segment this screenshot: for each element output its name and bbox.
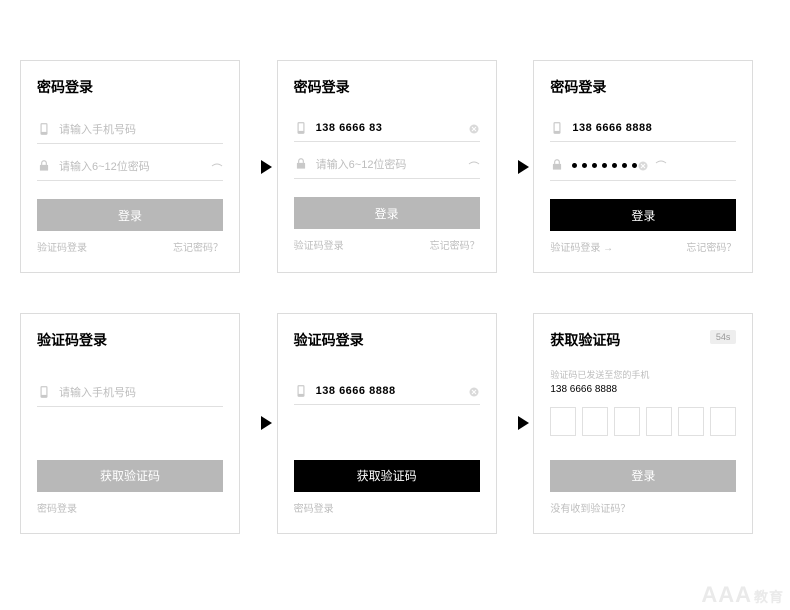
password-input[interactable] bbox=[550, 150, 736, 181]
password-login-link[interactable]: 密码登录 bbox=[37, 500, 77, 515]
password-login-typing-card: 密码登录 138 6666 83 请输入6~12位密码 登录 验证码登录 忘记密… bbox=[277, 60, 497, 273]
card-title: 密码登录 bbox=[37, 77, 223, 97]
otp-entry-card: 获取验证码 验证码已发送至您的手机 138 6666 8888 54s 登录 没… bbox=[533, 313, 753, 534]
footer-links: 没有收到验证码？ bbox=[550, 500, 736, 515]
eye-toggle[interactable] bbox=[468, 158, 480, 170]
phone-icon bbox=[294, 384, 308, 398]
clear-icon[interactable] bbox=[468, 385, 480, 397]
login-button[interactable]: 登录 bbox=[550, 199, 736, 231]
get-code-button[interactable]: 获取验证码 bbox=[37, 460, 223, 492]
not-received-link[interactable]: 没有收到验证码？ bbox=[550, 500, 630, 515]
login-button[interactable]: 登录 bbox=[294, 197, 480, 229]
sent-phone: 138 6666 8888 bbox=[550, 384, 736, 395]
phone-icon bbox=[37, 122, 51, 136]
password-masked bbox=[572, 163, 637, 168]
forgot-password-link[interactable]: 忘记密码？ bbox=[686, 239, 736, 254]
watermark: AAA教育 bbox=[701, 582, 784, 608]
otp-box[interactable] bbox=[710, 407, 736, 436]
footer-links: 验证码登录 → 忘记密码？ bbox=[550, 239, 736, 254]
phone-icon bbox=[37, 385, 51, 399]
footer-links: 密码登录 bbox=[294, 500, 480, 515]
password-login-empty-card: 密码登录 请输入手机号码 请输入6~12位密码 登录 验证码登录 忘记密码？ bbox=[20, 60, 240, 273]
otp-input-row[interactable] bbox=[550, 407, 736, 436]
phone-placeholder: 请输入手机号码 bbox=[59, 121, 223, 137]
sms-login-empty-card: 验证码登录 请输入手机号码 获取验证码 密码登录 bbox=[20, 313, 240, 534]
password-input[interactable]: 请输入6~12位密码 bbox=[294, 150, 480, 179]
flow-arrow bbox=[513, 60, 533, 273]
phone-icon bbox=[550, 121, 564, 135]
sms-login-link[interactable]: 验证码登录 bbox=[294, 237, 344, 252]
otp-box[interactable] bbox=[678, 407, 704, 436]
phone-input[interactable]: 138 6666 8888 bbox=[550, 115, 736, 142]
password-login-filled-card: 密码登录 138 6666 8888 登录 bbox=[533, 60, 753, 273]
phone-input[interactable]: 请输入手机号码 bbox=[37, 378, 223, 407]
forgot-password-link[interactable]: 忘记密码？ bbox=[173, 239, 223, 254]
otp-box[interactable] bbox=[614, 407, 640, 436]
get-code-button[interactable]: 获取验证码 bbox=[294, 460, 480, 492]
card-title: 获取验证码 bbox=[550, 330, 736, 350]
eye-toggle[interactable] bbox=[211, 160, 223, 172]
phone-input[interactable]: 请输入手机号码 bbox=[37, 115, 223, 144]
clear-icon[interactable] bbox=[637, 159, 649, 171]
eye-toggle[interactable] bbox=[655, 156, 667, 174]
flow-arrow bbox=[257, 313, 277, 534]
footer-links: 密码登录 bbox=[37, 500, 223, 515]
lock-icon bbox=[550, 158, 564, 172]
otp-box[interactable] bbox=[646, 407, 672, 436]
card-title: 密码登录 bbox=[550, 77, 736, 97]
otp-box[interactable] bbox=[582, 407, 608, 436]
footer-links: 验证码登录 忘记密码？ bbox=[37, 239, 223, 254]
login-button[interactable]: 登录 bbox=[550, 460, 736, 492]
footer-links: 验证码登录 忘记密码？ bbox=[294, 237, 480, 252]
sent-hint: 验证码已发送至您的手机 bbox=[550, 368, 736, 381]
phone-placeholder: 请输入手机号码 bbox=[59, 384, 223, 400]
card-title: 验证码登录 bbox=[37, 330, 223, 350]
phone-value: 138 6666 83 bbox=[316, 122, 468, 134]
phone-icon bbox=[294, 121, 308, 135]
countdown-badge: 54s bbox=[710, 330, 737, 344]
flow-arrow bbox=[513, 313, 533, 534]
password-placeholder: 请输入6~12位密码 bbox=[316, 156, 468, 172]
card-title: 密码登录 bbox=[294, 77, 480, 97]
password-input[interactable]: 请输入6~12位密码 bbox=[37, 152, 223, 181]
password-login-link[interactable]: 密码登录 bbox=[294, 500, 334, 515]
password-placeholder: 请输入6~12位密码 bbox=[59, 158, 211, 174]
sms-login-link[interactable]: 验证码登录 bbox=[37, 239, 87, 254]
phone-input[interactable]: 138 6666 8888 bbox=[294, 378, 480, 405]
phone-input[interactable]: 138 6666 83 bbox=[294, 115, 480, 142]
clear-icon[interactable] bbox=[468, 122, 480, 134]
forgot-password-link[interactable]: 忘记密码？ bbox=[430, 237, 480, 252]
flow-arrow bbox=[257, 60, 277, 273]
input-actions bbox=[637, 156, 667, 174]
sms-login-filled-card: 验证码登录 138 6666 8888 获取验证码 密码登录 bbox=[277, 313, 497, 534]
login-button[interactable]: 登录 bbox=[37, 199, 223, 231]
phone-value: 138 6666 8888 bbox=[572, 122, 736, 134]
phone-value: 138 6666 8888 bbox=[316, 385, 468, 397]
lock-icon bbox=[294, 157, 308, 171]
sms-login-link[interactable]: 验证码登录 → bbox=[550, 239, 613, 254]
lock-icon bbox=[37, 159, 51, 173]
card-title: 验证码登录 bbox=[294, 330, 480, 350]
otp-box[interactable] bbox=[550, 407, 576, 436]
